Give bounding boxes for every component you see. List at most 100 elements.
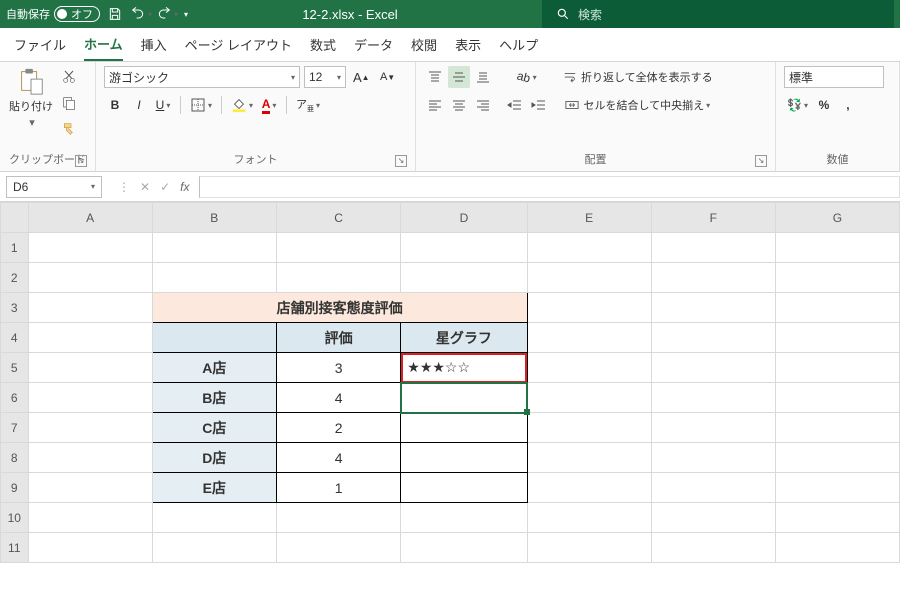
tab-view[interactable]: 表示 [455,35,481,60]
col-header[interactable]: G [775,203,899,233]
comma-format-icon[interactable]: , [837,94,859,116]
row-header[interactable]: 11 [1,533,29,563]
merge-center-button[interactable]: セルを結合して中央揃え▾ [560,94,716,116]
dialog-launcher-icon[interactable]: ↘ [755,155,767,167]
formula-input[interactable] [199,176,900,198]
borders-icon[interactable]: ▾ [187,94,215,116]
row-header[interactable]: 8 [1,443,29,473]
row-header[interactable]: 9 [1,473,29,503]
accounting-format-icon[interactable]: 💱▾ [784,94,811,116]
row-header[interactable]: 5 [1,353,29,383]
header-star[interactable]: 星グラフ [401,323,527,353]
row-header[interactable]: 1 [1,233,29,263]
wrap-text-button[interactable]: 折り返して全体を表示する [560,66,716,88]
store-stars[interactable]: ★★★☆☆ [401,353,527,383]
save-icon[interactable] [104,3,126,25]
tab-review[interactable]: 校閲 [411,35,437,60]
active-cell[interactable] [401,383,527,413]
copy-icon[interactable] [58,92,80,114]
store-score[interactable]: 4 [276,443,400,473]
phonetic-icon[interactable]: ア亜▾ [293,94,323,116]
store-score[interactable]: 1 [276,473,400,503]
decrease-indent-icon[interactable] [504,94,526,116]
format-painter-icon[interactable] [58,118,80,140]
ribbon: 貼り付け ▾ クリップボード↘ 游ゴシック▾ 12▾ A▲ A▼ B I U▾ [0,62,900,172]
row-header[interactable]: 2 [1,263,29,293]
tab-insert[interactable]: 挿入 [141,35,167,60]
percent-format-icon[interactable]: % [813,94,835,116]
spreadsheet-grid[interactable]: A B C D E F G 1 2 3 店舗別接客態度評価 4 評価 星グラフ … [0,202,900,563]
tab-help[interactable]: ヘルプ [499,35,538,60]
store-name[interactable]: D店 [152,443,276,473]
col-header[interactable]: A [28,203,152,233]
col-header[interactable]: E [527,203,651,233]
fill-color-icon[interactable]: ▾ [228,94,256,116]
row-header[interactable]: 6 [1,383,29,413]
ribbon-tabs: ファイル ホーム 挿入 ページ レイアウト 数式 データ 校閲 表示 ヘルプ [0,28,900,62]
align-center-icon[interactable] [448,94,470,116]
table-title[interactable]: 店舗別接客態度評価 [152,293,527,323]
select-all-corner[interactable] [1,203,29,233]
align-middle-icon[interactable] [448,66,470,88]
store-name[interactable]: A店 [152,353,276,383]
header-eval[interactable]: 評価 [276,323,400,353]
row-header[interactable]: 4 [1,323,29,353]
store-stars[interactable] [401,443,527,473]
search-box[interactable]: 検索 [542,0,894,28]
window-title: 12-2.xlsx - Excel [188,7,512,22]
font-color-icon[interactable]: A▾ [258,94,280,116]
paste-button[interactable]: 貼り付け ▾ [8,66,54,129]
align-top-icon[interactable] [424,66,446,88]
row-header[interactable]: 7 [1,413,29,443]
row-header[interactable]: 3 [1,293,29,323]
name-box[interactable]: D6▾ [6,176,102,198]
increase-indent-icon[interactable] [528,94,550,116]
italic-button[interactable]: I [128,94,150,116]
redo-icon[interactable]: ▾ [156,3,178,25]
autosave-toggle[interactable]: 自動保存 オフ [6,6,100,22]
autosave-label: 自動保存 [6,6,50,22]
col-header[interactable]: B [152,203,276,233]
store-name[interactable]: E店 [152,473,276,503]
store-score[interactable]: 2 [276,413,400,443]
store-name[interactable]: B店 [152,383,276,413]
col-header[interactable]: C [276,203,400,233]
title-bar: 自動保存 オフ ▾ ▾ ▾ 12-2.xlsx - Excel 検索 [0,0,900,28]
tab-formulas[interactable]: 数式 [310,35,336,60]
store-score[interactable]: 4 [276,383,400,413]
cut-icon[interactable] [58,66,80,88]
fx-icon[interactable]: fx [180,180,189,194]
font-name-select[interactable]: 游ゴシック▾ [104,66,300,88]
tab-file[interactable]: ファイル [14,35,66,60]
font-size-select[interactable]: 12▾ [304,66,346,88]
row-header[interactable]: 10 [1,503,29,533]
col-header[interactable]: D [401,203,527,233]
autosave-state: オフ [71,6,93,22]
tab-home[interactable]: ホーム [84,34,123,61]
orientation-icon[interactable]: ab▾ [504,66,550,88]
dialog-launcher-icon[interactable]: ↘ [75,155,87,167]
increase-font-icon[interactable]: A▲ [350,66,373,88]
undo-icon[interactable]: ▾ [130,3,152,25]
group-alignment-label: 配置 [585,154,607,166]
underline-button[interactable]: U▾ [152,94,174,116]
store-name[interactable]: C店 [152,413,276,443]
paste-label: 貼り付け [9,98,53,114]
align-right-icon[interactable] [472,94,494,116]
dialog-launcher-icon[interactable]: ↘ [395,155,407,167]
align-bottom-icon[interactable] [472,66,494,88]
tab-page-layout[interactable]: ページ レイアウト [185,35,292,60]
number-format-select[interactable]: 標準 [784,66,884,88]
store-stars[interactable] [401,473,527,503]
formula-menu-icon[interactable]: ⋮ [118,180,130,194]
cancel-icon[interactable]: ✕ [140,180,150,194]
tab-data[interactable]: データ [354,35,393,60]
enter-icon[interactable]: ✓ [160,180,170,194]
decrease-font-icon[interactable]: A▼ [377,66,399,88]
col-header[interactable]: F [651,203,775,233]
store-score[interactable]: 3 [276,353,400,383]
bold-button[interactable]: B [104,94,126,116]
align-left-icon[interactable] [424,94,446,116]
store-stars[interactable] [401,413,527,443]
group-number-label: 数値 [827,154,849,166]
